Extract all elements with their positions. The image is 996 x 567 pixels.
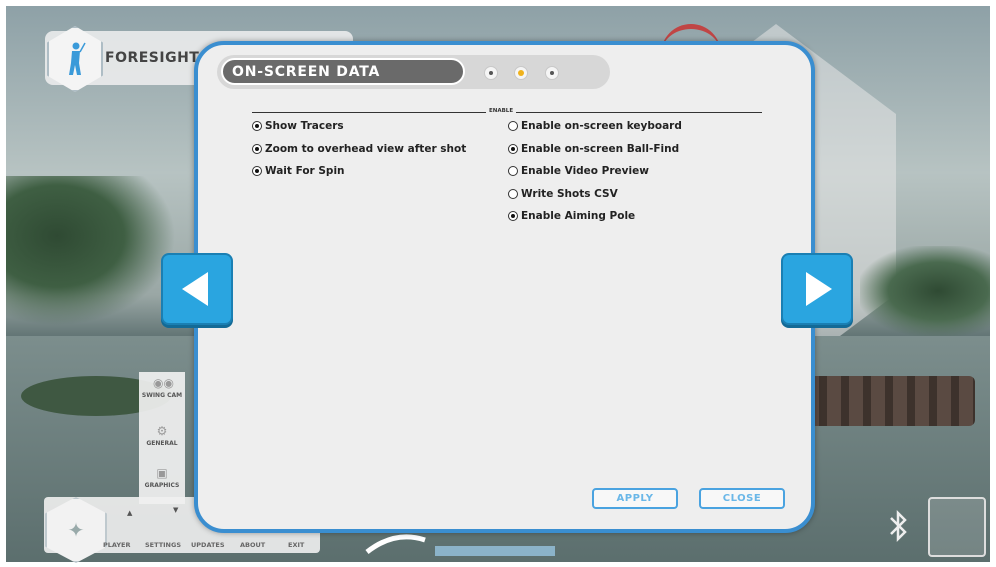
brand-name: FORESIGHT <box>105 50 200 66</box>
arrow-left-icon <box>182 272 208 306</box>
page-dot-3[interactable] <box>545 66 559 80</box>
camera-icon: ◉◉ <box>153 376 174 390</box>
radio-button[interactable] <box>508 211 518 221</box>
launch-monitor-icon[interactable] <box>928 497 986 557</box>
option-label: Wait For Spin <box>265 165 345 177</box>
option-video-preview[interactable]: Enable Video Preview <box>508 165 649 177</box>
menu-item-player[interactable]: PLAYER <box>103 541 130 549</box>
option-label: Write Shots CSV <box>521 188 618 200</box>
chevron-up-icon: ▲ <box>127 509 133 517</box>
option-label: Enable on-screen Ball-Find <box>521 143 680 155</box>
image-icon: ▣ <box>156 466 168 480</box>
option-zoom-overhead[interactable]: Zoom to overhead view after shot <box>252 143 466 155</box>
submenu-item-label: SWING CAM <box>141 392 183 399</box>
radio-button[interactable] <box>508 144 518 154</box>
dialog-title: ON-SCREEN DATA <box>232 64 381 80</box>
menu-item-about[interactable]: ABOUT <box>240 541 265 549</box>
submenu-item-general[interactable]: ⚙ GENERAL <box>139 424 185 447</box>
option-label: Show Tracers <box>265 120 344 132</box>
radio-button[interactable] <box>252 121 262 131</box>
arrow-right-icon <box>806 272 832 306</box>
foresight-sports-logo <box>365 530 565 565</box>
page-dot-1[interactable] <box>484 66 498 80</box>
page-dot-2[interactable] <box>514 66 528 80</box>
trees-right <box>860 246 990 336</box>
option-onscreen-keyboard[interactable]: Enable on-screen keyboard <box>508 120 682 132</box>
radio-button[interactable] <box>508 166 518 176</box>
submenu-item-label: GRAPHICS <box>144 482 180 489</box>
menu-item-exit[interactable]: EXIT <box>288 541 304 549</box>
option-label: Enable Video Preview <box>521 165 649 177</box>
bluetooth-icon[interactable] <box>878 506 918 550</box>
section-label: ENABLE <box>486 108 517 114</box>
option-label: Enable on-screen keyboard <box>521 120 682 132</box>
gears-icon: ⚙ <box>156 424 168 438</box>
apply-button[interactable]: APPLY <box>592 488 678 509</box>
option-write-shots-csv[interactable]: Write Shots CSV <box>508 188 618 200</box>
radio-button[interactable] <box>252 144 262 154</box>
option-wait-for-spin[interactable]: Wait For Spin <box>252 165 345 177</box>
trees-left <box>6 176 176 326</box>
radio-button[interactable] <box>508 189 518 199</box>
option-label: Zoom to overhead view after shot <box>265 143 467 155</box>
menu-item-settings[interactable]: SETTINGS <box>145 541 181 549</box>
option-onscreen-ball-find[interactable]: Enable on-screen Ball-Find <box>508 143 679 155</box>
submenu-item-graphics[interactable]: ▣ GRAPHICS <box>139 466 185 489</box>
pier <box>805 376 975 426</box>
radio-button[interactable] <box>508 121 518 131</box>
option-label: Enable Aiming Pole <box>521 210 636 222</box>
settings-submenu: ◉◉ SWING CAM ⚙ GENERAL ▣ GRAPHICS <box>139 372 185 504</box>
option-show-tracers[interactable]: Show Tracers <box>252 120 344 132</box>
chevron-down-icon: ▼ <box>173 506 179 514</box>
option-aiming-pole[interactable]: Enable Aiming Pole <box>508 210 635 222</box>
close-button[interactable]: CLOSE <box>699 488 785 509</box>
submenu-item-label: GENERAL <box>146 440 178 447</box>
settings-dialog <box>194 41 815 533</box>
previous-page-button[interactable] <box>161 253 233 325</box>
next-page-button[interactable] <box>781 253 853 325</box>
radio-button[interactable] <box>252 166 262 176</box>
submenu-item-swing-cam[interactable]: ◉◉ SWING CAM <box>139 376 185 399</box>
menu-item-updates[interactable]: UPDATES <box>191 541 225 549</box>
